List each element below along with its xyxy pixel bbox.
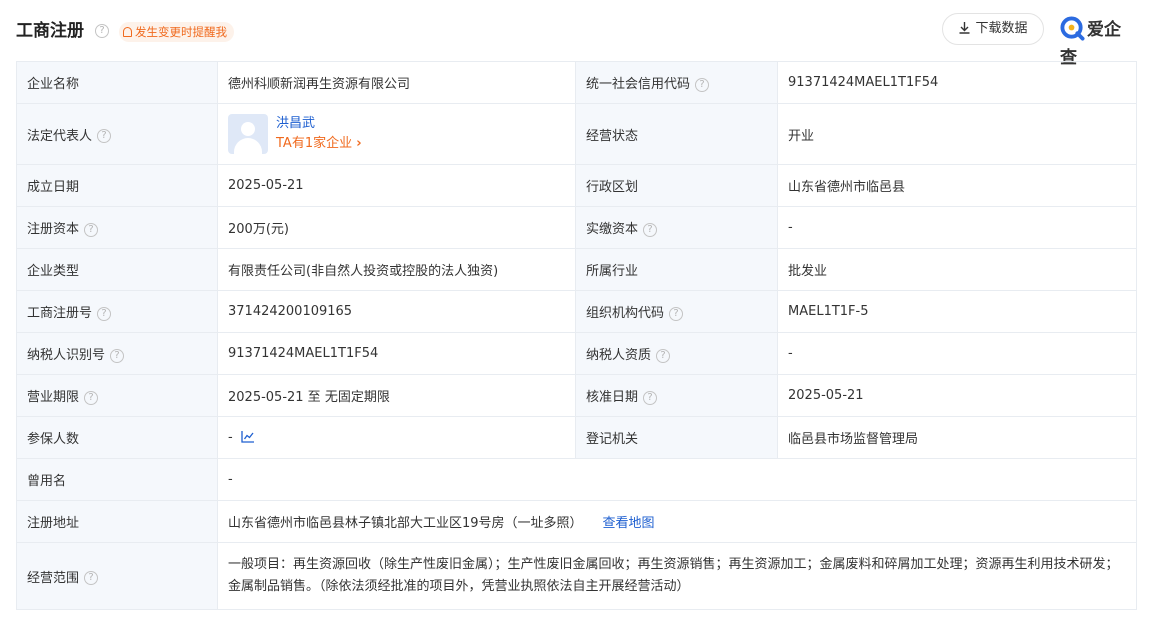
legal-rep-companies-link[interactable]: TA有1家企业 › <box>276 134 362 154</box>
status-value: 开业 <box>777 103 1137 165</box>
region-value: 山东省德州市临邑县 <box>777 164 1137 207</box>
insured-label: 参保人数 <box>16 416 218 459</box>
company-type-value: 有限责任公司(非自然人投资或控股的法人独资) <box>217 248 576 291</box>
reg-number-value: 371424200109165 <box>217 290 576 333</box>
paid-capital-value: - <box>777 206 1137 249</box>
reg-number-label: 工商注册号? <box>16 290 218 333</box>
legal-rep-cell: 洪昌武 TA有1家企业 › <box>217 103 576 165</box>
credit-code-label: 统一社会信用代码? <box>575 61 778 104</box>
chevron-right-icon: › <box>356 136 362 151</box>
address-label: 注册地址 <box>16 500 218 543</box>
table-row: 企业名称 德州科顺新润再生资源有限公司 统一社会信用代码? 91371424MA… <box>16 61 1137 104</box>
company-name-label: 企业名称 <box>16 61 218 104</box>
aiqicha-logo-icon <box>1060 16 1085 41</box>
help-icon[interactable]: ? <box>656 348 671 363</box>
former-name-label: 曾用名 <box>16 458 218 501</box>
region-label: 行政区划 <box>575 164 778 207</box>
help-icon[interactable]: ? <box>84 222 99 237</box>
table-row: 企业类型 有限责任公司(非自然人投资或控股的法人独资) 所属行业 批发业 <box>16 248 1137 291</box>
change-alert-label: 发生变更时提醒我 <box>135 25 227 39</box>
address-cell: 山东省德州市临邑县林子镇北部大工业区19号房（一址多照） 查看地图 <box>217 500 1137 543</box>
term-label: 营业期限? <box>16 374 218 417</box>
table-row: 注册地址 山东省德州市临邑县林子镇北部大工业区19号房（一址多照） 查看地图 <box>16 500 1137 543</box>
scope-value: 一般项目：再生资源回收（除生产性废旧金属）；生产性废旧金属回收；再生资源销售；再… <box>217 542 1137 610</box>
table-row: 注册资本? 200万(元) 实缴资本? - <box>16 206 1137 249</box>
help-icon[interactable]: ? <box>97 129 112 143</box>
help-icon[interactable]: ? <box>643 390 658 405</box>
help-icon[interactable]: ? <box>97 306 112 321</box>
company-type-label: 企业类型 <box>16 248 218 291</box>
trend-chart-icon[interactable] <box>241 430 255 443</box>
approval-date-value: 2025-05-21 <box>777 374 1137 417</box>
table-row: 参保人数 - 登记机关 临邑县市场监督管理局 <box>16 416 1137 459</box>
help-icon[interactable]: ? <box>84 571 99 585</box>
table-row: 工商注册号? 371424200109165 组织机构代码? MAEL1T1F-… <box>16 290 1137 333</box>
download-data-label: 下载数据 <box>975 21 1028 36</box>
reg-capital-value: 200万(元) <box>217 206 576 249</box>
download-data-button[interactable]: 下载数据 <box>942 13 1044 45</box>
table-row: 成立日期 2025-05-21 行政区划 山东省德州市临邑县 <box>16 164 1137 207</box>
table-row: 纳税人识别号? 91371424MAEL1T1F54 纳税人资质? - <box>16 332 1137 375</box>
former-name-value: - <box>217 458 1137 501</box>
address-value: 山东省德州市临邑县林子镇北部大工业区19号房（一址多照） <box>228 516 583 531</box>
brand-logo: 爱企查 <box>1060 16 1137 68</box>
term-value: 2025-05-21 至 无固定期限 <box>217 374 576 417</box>
taxpayer-id-value: 91371424MAEL1T1F54 <box>217 332 576 375</box>
insured-cell: - <box>217 416 576 459</box>
help-icon[interactable]: ? <box>84 390 99 405</box>
download-icon <box>959 22 970 34</box>
paid-capital-label: 实缴资本? <box>575 206 778 249</box>
org-code-label: 组织机构代码? <box>575 290 778 333</box>
legal-rep-label: 法定代表人? <box>16 103 218 165</box>
founded-label: 成立日期 <box>16 164 218 207</box>
reg-capital-label: 注册资本? <box>16 206 218 249</box>
industry-value: 批发业 <box>777 248 1137 291</box>
section-title: 工商注册 ? <box>16 21 109 41</box>
help-icon[interactable]: ? <box>110 348 125 363</box>
help-icon[interactable]: ? <box>643 222 658 237</box>
registry-value: 临邑县市场监督管理局 <box>777 416 1137 459</box>
change-alert-button[interactable]: 发生变更时提醒我 <box>119 22 234 42</box>
help-icon[interactable]: ? <box>95 24 109 38</box>
insured-value: - <box>228 430 233 445</box>
section-title-text: 工商注册 <box>16 21 84 41</box>
approval-date-label: 核准日期? <box>575 374 778 417</box>
industry-label: 所属行业 <box>575 248 778 291</box>
table-row: 法定代表人? 洪昌武 TA有1家企业 › 经营状态 开业 <box>16 103 1137 165</box>
help-icon[interactable]: ? <box>695 77 710 92</box>
founded-value: 2025-05-21 <box>217 164 576 207</box>
section-header: 工商注册 ? 发生变更时提醒我 下载数据 爱企查 <box>16 13 1137 68</box>
status-label: 经营状态 <box>575 103 778 165</box>
credit-code-value: 91371424MAEL1T1F54 <box>777 61 1137 104</box>
table-row: 经营范围? 一般项目：再生资源回收（除生产性废旧金属）；生产性废旧金属回收；再生… <box>16 542 1137 610</box>
company-name-value: 德州科顺新润再生资源有限公司 <box>217 61 576 104</box>
registry-label: 登记机关 <box>575 416 778 459</box>
table-row: 营业期限? 2025-05-21 至 无固定期限 核准日期? 2025-05-2… <box>16 374 1137 417</box>
taxpayer-qual-label: 纳税人资质? <box>575 332 778 375</box>
taxpayer-qual-value: - <box>777 332 1137 375</box>
bell-icon <box>123 27 132 37</box>
legal-rep-name-link[interactable]: 洪昌武 <box>276 114 362 134</box>
help-icon[interactable]: ? <box>669 306 684 321</box>
table-row: 曾用名 - <box>16 458 1137 501</box>
view-map-link[interactable]: 查看地图 <box>603 516 655 531</box>
avatar[interactable] <box>228 114 268 154</box>
business-registration-table: 企业名称 德州科顺新润再生资源有限公司 统一社会信用代码? 91371424MA… <box>16 61 1137 610</box>
org-code-value: MAEL1T1F-5 <box>777 290 1137 333</box>
taxpayer-id-label: 纳税人识别号? <box>16 332 218 375</box>
scope-label: 经营范围? <box>16 542 218 610</box>
